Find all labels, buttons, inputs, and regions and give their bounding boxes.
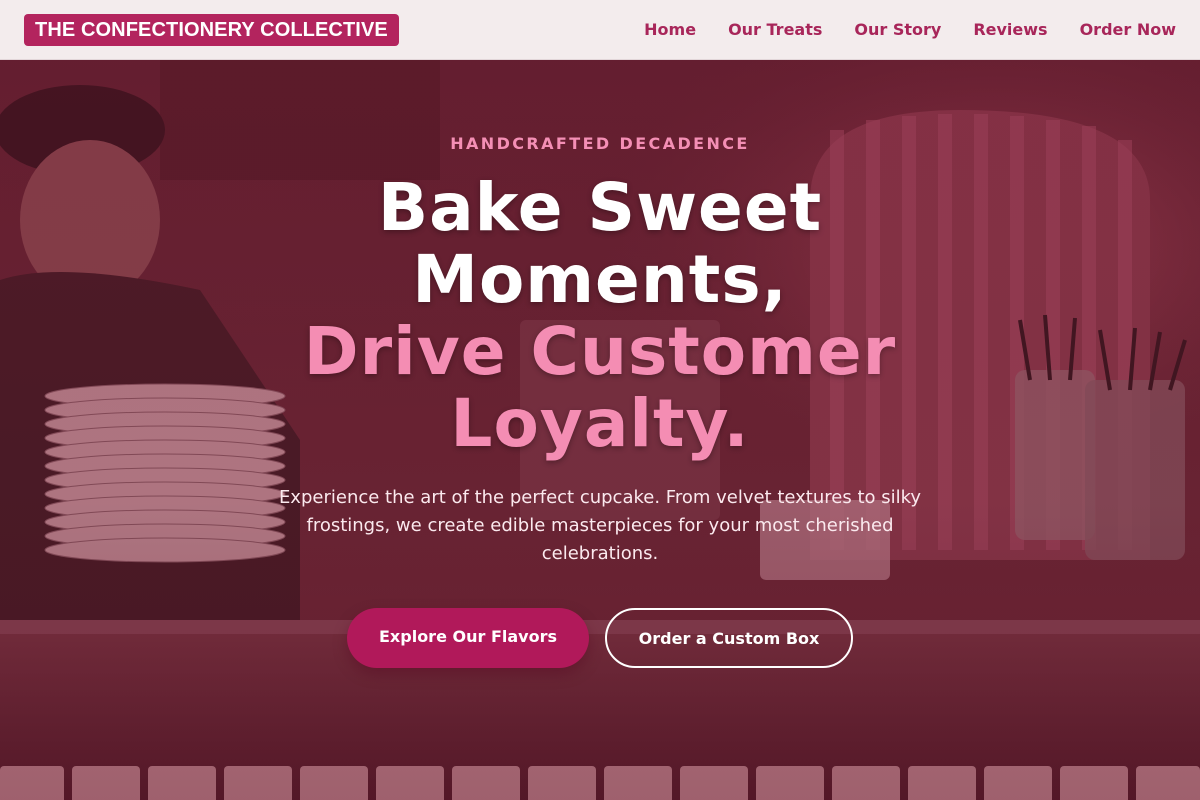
nav-reviews[interactable]: Reviews — [973, 20, 1047, 39]
headline-line-2: Moments, — [412, 241, 788, 318]
hero-buttons: Explore Our Flavors Order a Custom Box — [0, 608, 1200, 668]
nav-home[interactable]: Home — [644, 20, 696, 39]
hero-headline: Bake Sweet Moments, Drive Customer Loyal… — [0, 172, 1200, 460]
main-nav: Home Our Treats Our Story Reviews Order … — [612, 20, 1176, 39]
nav-our-treats[interactable]: Our Treats — [728, 20, 822, 39]
nav-our-story[interactable]: Our Story — [854, 20, 941, 39]
headline-line-4: Loyalty. — [450, 385, 750, 462]
nav-order-now[interactable]: Order Now — [1080, 20, 1176, 39]
site-header: THE CONFECTIONERY COLLECTIVE Home Our Tr… — [0, 0, 1200, 60]
order-custom-box-button[interactable]: Order a Custom Box — [605, 608, 853, 668]
hero-eyebrow: HANDCRAFTED DECADENCE — [450, 134, 750, 153]
explore-flavors-button[interactable]: Explore Our Flavors — [347, 608, 589, 668]
hero-section: HANDCRAFTED DECADENCE Bake Sweet Moments… — [0, 60, 1200, 800]
hero-subtext: Experience the art of the perfect cupcak… — [278, 487, 922, 564]
brand-logo[interactable]: THE CONFECTIONERY COLLECTIVE — [24, 13, 399, 46]
headline-line-3: Drive Customer — [303, 313, 897, 390]
headline-line-1: Bake Sweet — [377, 169, 823, 246]
